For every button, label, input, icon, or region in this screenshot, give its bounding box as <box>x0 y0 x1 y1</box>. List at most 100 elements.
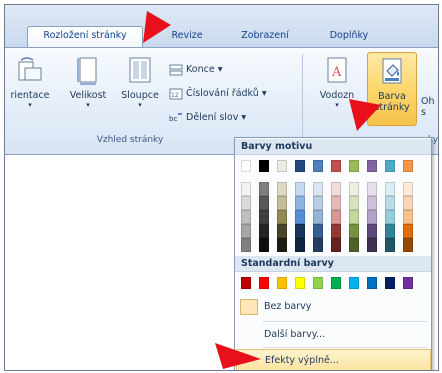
theme-color-swatch[interactable] <box>385 160 395 172</box>
theme-color-swatch[interactable] <box>367 224 377 238</box>
theme-color-swatch[interactable] <box>241 210 251 224</box>
theme-color-swatch[interactable] <box>277 210 287 224</box>
theme-color-swatch[interactable] <box>313 196 323 210</box>
orientation-button[interactable]: rientace ▾ <box>5 56 59 109</box>
more-colors-item[interactable]: Další barvy... <box>236 324 431 346</box>
theme-color-swatch[interactable] <box>403 210 413 224</box>
page-borders-label-partial: Oh <box>421 96 435 107</box>
theme-color-swatch[interactable] <box>313 182 323 196</box>
theme-color-swatch[interactable] <box>331 182 341 196</box>
theme-color-swatch[interactable] <box>295 210 305 224</box>
line-numbers-button[interactable]: 12 Číslování řádků ▾ <box>169 86 267 104</box>
standard-color-swatch[interactable] <box>259 277 269 289</box>
theme-color-swatch[interactable] <box>241 196 251 210</box>
theme-color-swatch[interactable] <box>295 196 305 210</box>
theme-color-swatch[interactable] <box>241 182 251 196</box>
tab-page-layout[interactable]: Rozložení stránky <box>27 26 143 48</box>
theme-color-swatch[interactable] <box>349 210 359 224</box>
theme-color-swatch[interactable] <box>259 182 269 196</box>
theme-color-swatch[interactable] <box>295 182 305 196</box>
no-color-item[interactable]: Bez barvy <box>236 296 431 318</box>
theme-color-swatch[interactable] <box>313 210 323 224</box>
theme-color-swatch[interactable] <box>385 196 395 210</box>
theme-color-swatch[interactable] <box>277 224 287 238</box>
theme-color-swatch[interactable] <box>385 210 395 224</box>
breaks-label: Konce <box>186 64 215 75</box>
more-colors-label: Další barvy... <box>264 329 326 340</box>
theme-color-swatch[interactable] <box>295 224 305 238</box>
theme-color-swatch[interactable] <box>367 238 377 252</box>
theme-color-swatch[interactable] <box>403 160 413 172</box>
page-borders-button-partial[interactable]: Oh s <box>421 96 438 118</box>
theme-color-swatch[interactable] <box>349 224 359 238</box>
hyphenation-label: Dělení slov <box>186 112 239 123</box>
standard-color-swatch[interactable] <box>277 277 287 289</box>
theme-color-swatch[interactable] <box>331 238 341 252</box>
hyphenation-icon: bc <box>169 112 183 124</box>
svg-text:A: A <box>331 65 342 80</box>
theme-color-swatch[interactable] <box>385 182 395 196</box>
theme-color-swatch[interactable] <box>295 160 305 172</box>
theme-color-swatch[interactable] <box>241 224 251 238</box>
theme-color-swatch[interactable] <box>385 238 395 252</box>
standard-color-swatch[interactable] <box>403 277 413 289</box>
theme-color-swatch[interactable] <box>385 224 395 238</box>
standard-color-swatch[interactable] <box>349 277 359 289</box>
theme-color-swatch[interactable] <box>241 160 251 172</box>
columns-button[interactable]: Sloupce ▾ <box>115 56 165 109</box>
menu-separator <box>263 321 428 322</box>
size-button[interactable]: Velikost ▾ <box>63 56 113 109</box>
theme-color-swatch[interactable] <box>313 224 323 238</box>
theme-color-swatch[interactable] <box>403 224 413 238</box>
chevron-down-icon: ▾ <box>217 64 223 75</box>
theme-color-swatch[interactable] <box>367 182 377 196</box>
theme-color-swatch[interactable] <box>331 160 341 172</box>
red-arrow-tab-icon <box>143 11 171 43</box>
theme-color-swatch[interactable] <box>349 182 359 196</box>
theme-color-swatch[interactable] <box>349 196 359 210</box>
theme-color-swatch[interactable] <box>349 160 359 172</box>
columns-icon <box>127 56 153 86</box>
chevron-down-icon: ▾ <box>241 112 247 123</box>
theme-color-swatch[interactable] <box>259 238 269 252</box>
theme-color-swatch[interactable] <box>259 210 269 224</box>
theme-color-swatch[interactable] <box>367 196 377 210</box>
theme-color-swatch[interactable] <box>367 160 377 172</box>
tab-add-ins[interactable]: Doplňky <box>321 27 377 47</box>
theme-color-swatch[interactable] <box>403 238 413 252</box>
word-window: Rozložení stránky Revize Zobrazení Doplň… <box>4 4 439 371</box>
theme-color-swatch[interactable] <box>403 182 413 196</box>
theme-color-swatch[interactable] <box>295 238 305 252</box>
hyphenation-button[interactable]: bc Dělení slov ▾ <box>169 110 246 128</box>
fill-effects-item[interactable]: Efekty výplně... <box>236 349 431 370</box>
orientation-label: rientace <box>10 90 50 101</box>
columns-label: Sloupce <box>121 90 159 101</box>
theme-color-swatch[interactable] <box>313 238 323 252</box>
standard-color-swatch[interactable] <box>331 277 341 289</box>
standard-color-swatch[interactable] <box>385 277 395 289</box>
theme-color-swatch[interactable] <box>241 238 251 252</box>
breaks-button[interactable]: Konce ▾ <box>169 62 222 80</box>
theme-color-swatch[interactable] <box>277 160 287 172</box>
standard-color-swatch[interactable] <box>295 277 305 289</box>
theme-color-swatch[interactable] <box>259 196 269 210</box>
theme-color-swatch[interactable] <box>331 224 341 238</box>
svg-text:12: 12 <box>171 92 179 99</box>
theme-color-swatch[interactable] <box>313 160 323 172</box>
theme-color-swatch[interactable] <box>277 196 287 210</box>
theme-color-swatch[interactable] <box>349 238 359 252</box>
theme-color-swatch[interactable] <box>331 210 341 224</box>
tab-view[interactable]: Zobrazení <box>233 27 297 47</box>
standard-color-swatch[interactable] <box>313 277 323 289</box>
theme-color-swatch[interactable] <box>403 196 413 210</box>
standard-color-swatch[interactable] <box>241 277 251 289</box>
theme-color-swatch[interactable] <box>367 210 377 224</box>
theme-color-swatch[interactable] <box>331 196 341 210</box>
red-arrow-page-color-icon <box>349 99 381 131</box>
theme-color-swatch[interactable] <box>259 160 269 172</box>
theme-color-swatch[interactable] <box>277 238 287 252</box>
theme-color-swatch[interactable] <box>259 224 269 238</box>
chevron-down-icon: ▾ <box>138 101 142 109</box>
standard-color-swatch[interactable] <box>367 277 377 289</box>
theme-color-swatch[interactable] <box>277 182 287 196</box>
